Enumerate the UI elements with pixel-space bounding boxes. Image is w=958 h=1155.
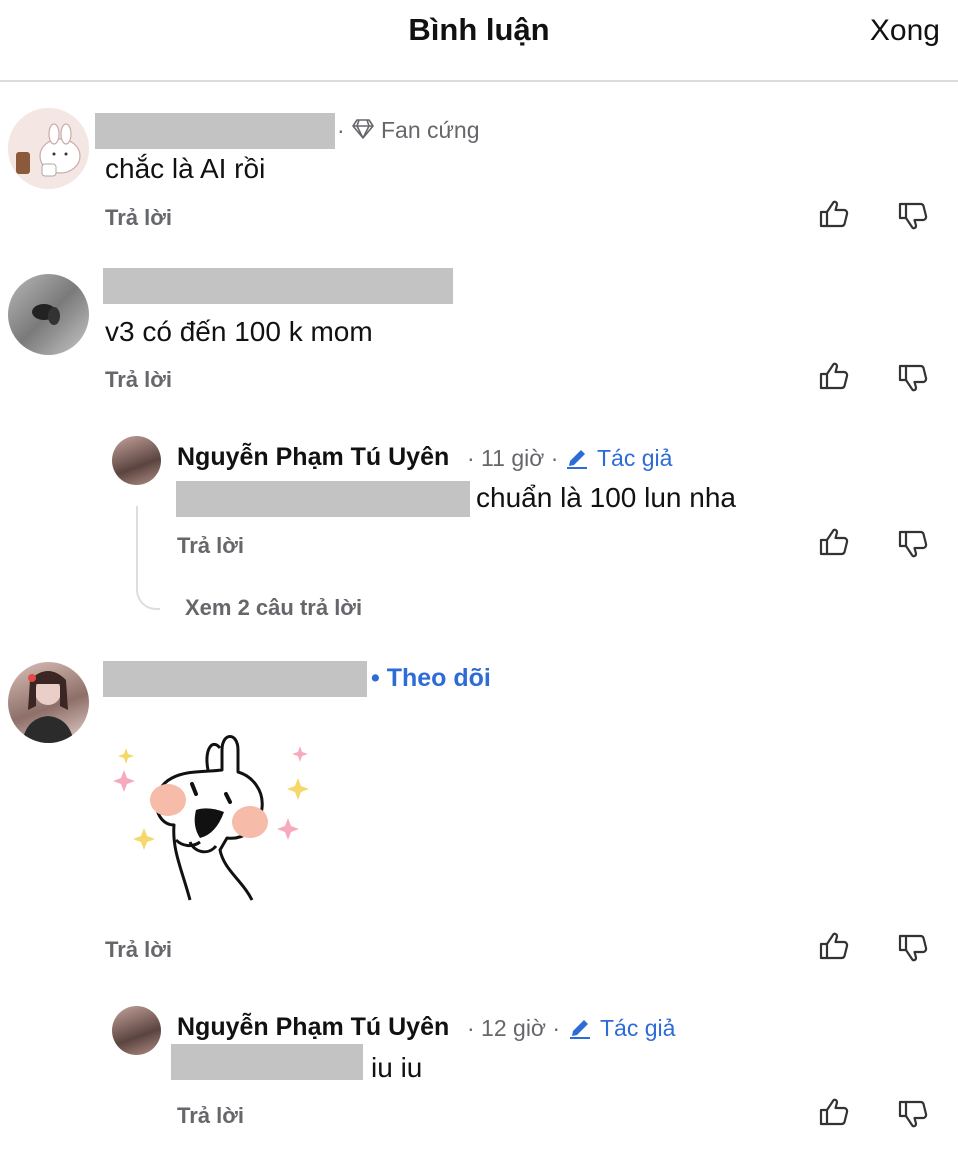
fan-badge: Fan cứng — [381, 117, 480, 143]
view-replies-link[interactable]: Xem 2 câu trả lời — [185, 595, 362, 621]
thumbs-down-icon[interactable] — [896, 930, 930, 964]
thread-line — [136, 506, 160, 610]
thumbs-down-icon[interactable] — [896, 198, 930, 232]
author-avatar[interactable] — [112, 1006, 161, 1055]
done-button[interactable]: Xong — [870, 14, 940, 48]
badge-separator: · — [337, 117, 345, 143]
thumbs-down-icon[interactable] — [896, 526, 930, 560]
page-title: Bình luận — [408, 12, 550, 47]
thumbs-up-icon[interactable] — [817, 930, 851, 964]
redacted-username — [95, 113, 335, 149]
author-badge: Tác giả — [600, 1015, 676, 1041]
pencil-icon — [565, 446, 589, 475]
reply-text: iu iu — [371, 1052, 423, 1083]
bunny-sparkle-sticker — [112, 730, 322, 905]
redacted-username — [103, 268, 453, 304]
reply-author-name[interactable]: Nguyễn Phạm Tú Uyên — [177, 443, 449, 472]
reply-button[interactable]: Trả lời — [177, 1103, 244, 1129]
thumbs-up-icon[interactable] — [817, 526, 851, 560]
reply-text: chuẩn là 100 lun nha — [476, 482, 736, 513]
diamond-icon — [351, 118, 375, 145]
comment-text: chắc là AI rồi — [105, 153, 266, 184]
thumbs-down-icon[interactable] — [896, 1096, 930, 1130]
thumbs-down-icon[interactable] — [896, 360, 930, 394]
avatar[interactable] — [8, 662, 89, 743]
reply-author-name[interactable]: Nguyễn Phạm Tú Uyên — [177, 1013, 449, 1042]
redacted-username — [103, 661, 367, 697]
author-badge: Tác giả — [597, 445, 673, 471]
reply-button[interactable]: Trả lời — [105, 367, 172, 393]
reply-time: · 12 giờ · — [467, 1015, 561, 1041]
avatar[interactable] — [8, 108, 89, 189]
avatar[interactable] — [8, 274, 89, 355]
comment-text: v3 có đến 100 k mom — [105, 316, 373, 347]
comments-header: Bình luận Xong — [0, 0, 958, 82]
thumbs-up-icon[interactable] — [817, 360, 851, 394]
reply-button[interactable]: Trả lời — [177, 533, 244, 559]
thumbs-up-icon[interactable] — [817, 1096, 851, 1130]
reply-time: · 11 giờ · — [467, 445, 559, 471]
redacted-mention — [176, 481, 470, 517]
reply-button[interactable]: Trả lời — [105, 937, 172, 963]
thumbs-up-icon[interactable] — [817, 198, 851, 232]
redacted-mention — [171, 1044, 363, 1080]
pencil-icon — [568, 1016, 592, 1045]
follow-button[interactable]: • Theo dõi — [371, 664, 491, 693]
reply-button[interactable]: Trả lời — [105, 205, 172, 231]
author-avatar[interactable] — [112, 436, 161, 485]
